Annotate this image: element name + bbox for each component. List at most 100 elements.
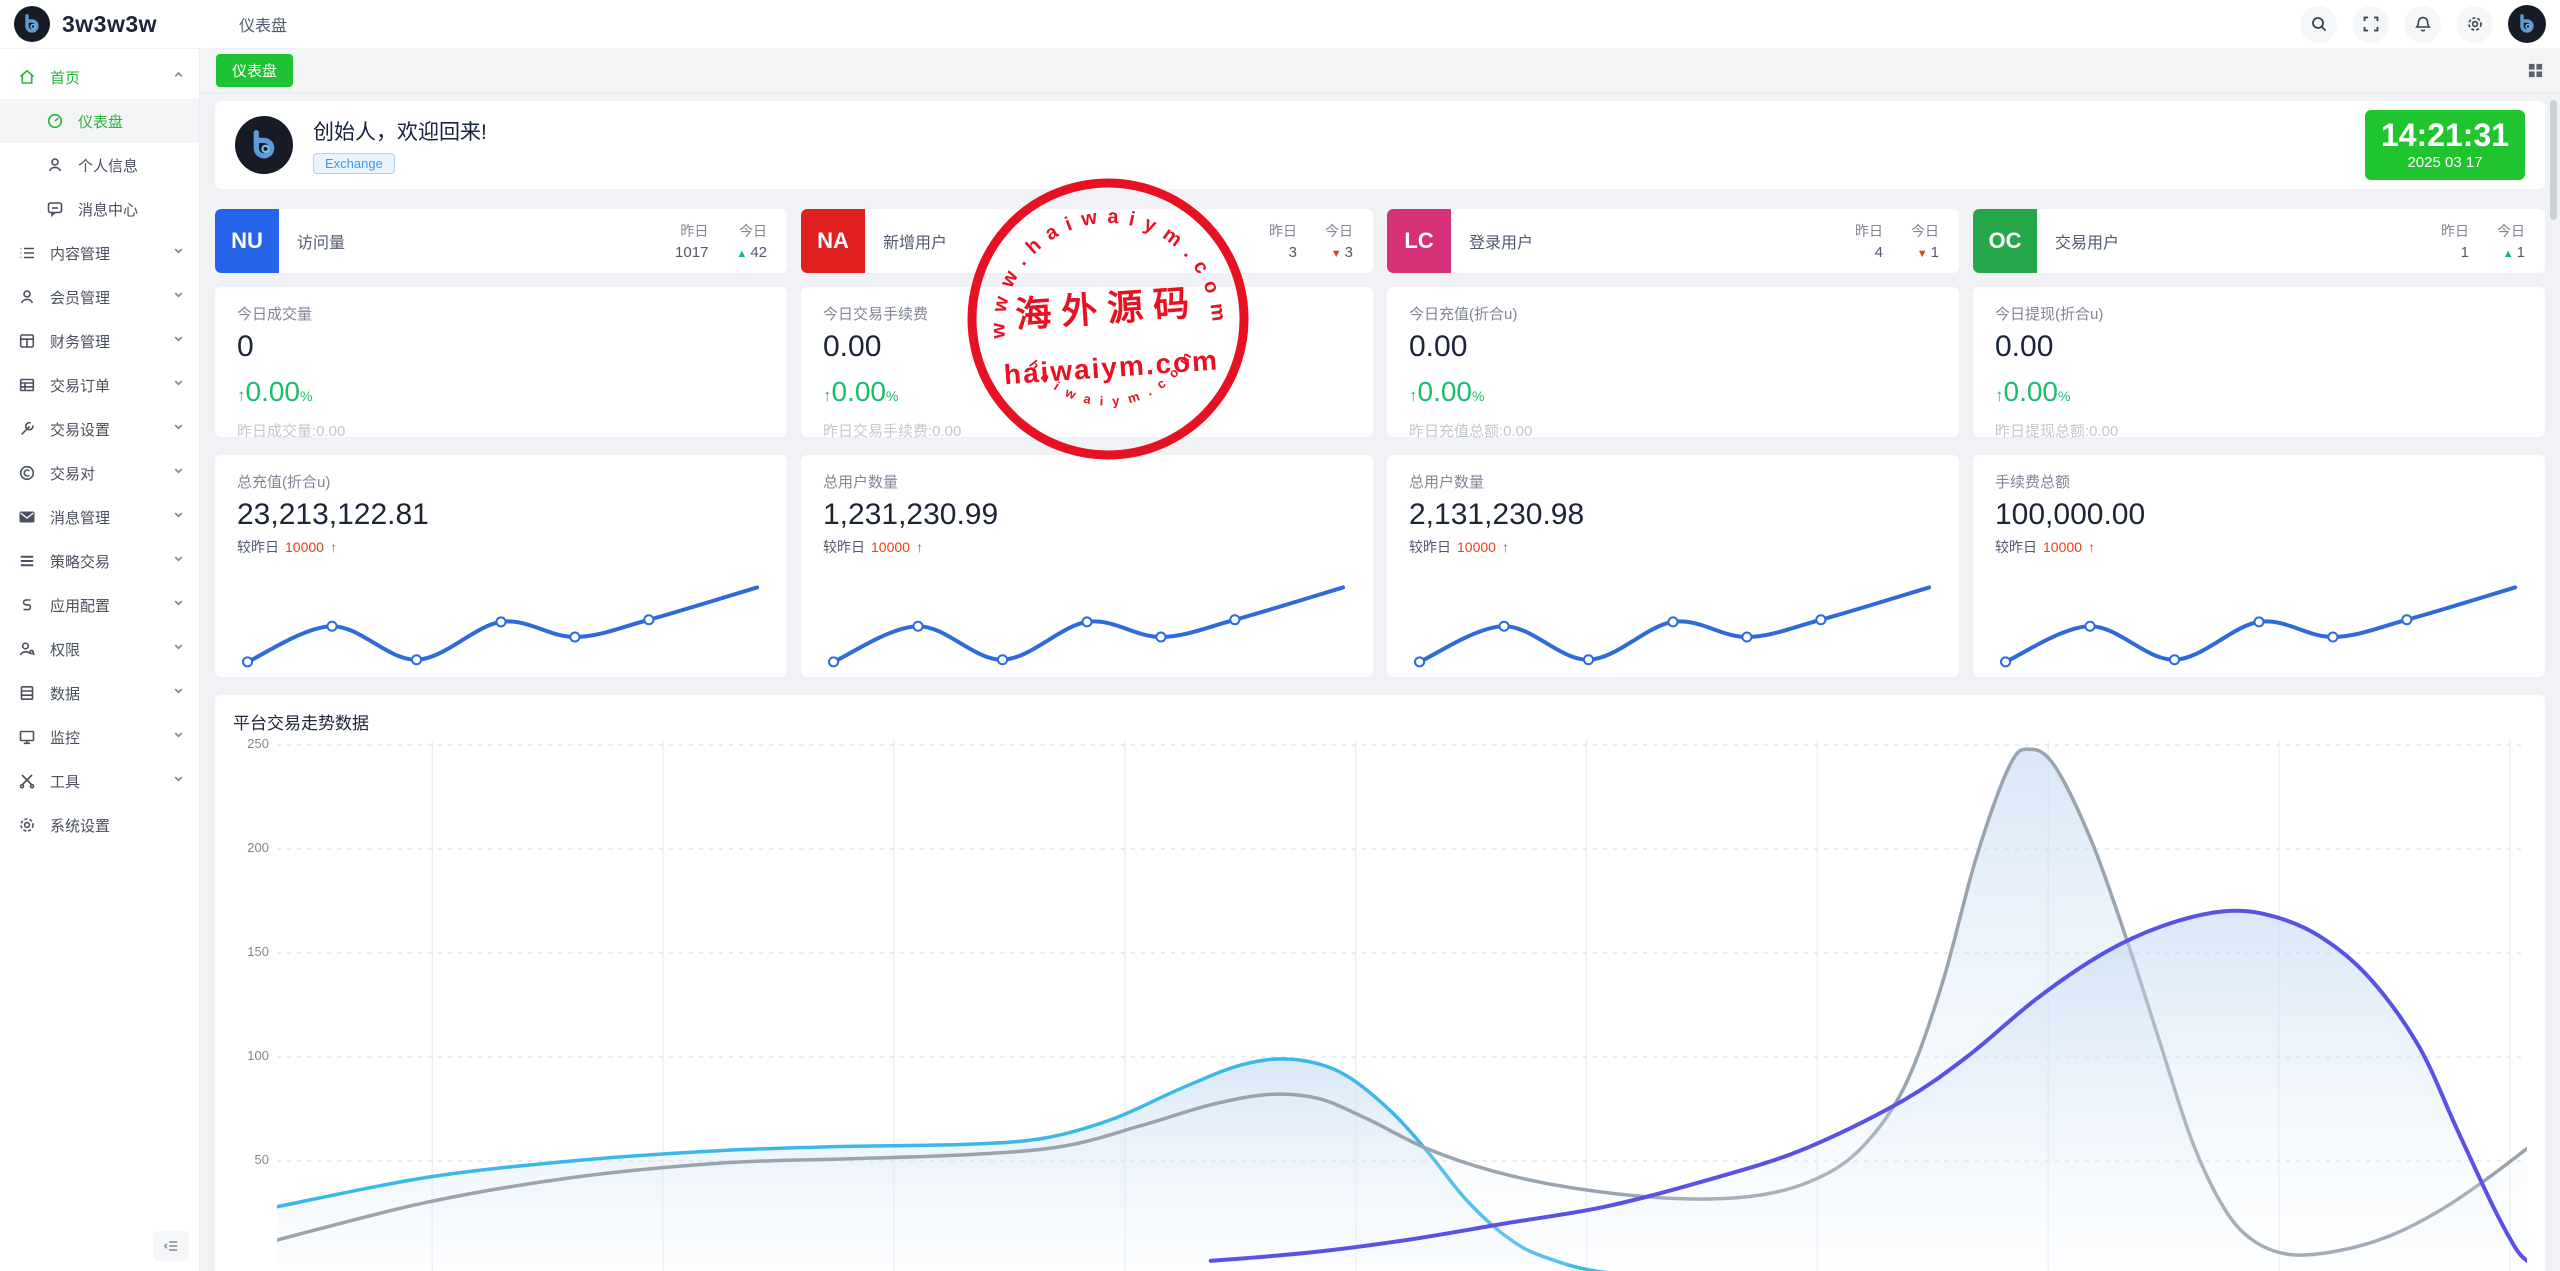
trend-chart-title: 平台交易走势数据 bbox=[233, 709, 2527, 734]
chevron-down-icon bbox=[172, 552, 185, 570]
stat-chip-code: NU bbox=[215, 209, 279, 273]
up-arrow-icon: ↑ bbox=[2088, 539, 2095, 555]
trend-chart: 250 200 150 100 50 bbox=[233, 740, 2527, 1271]
sidebar-item-label: 内容管理 bbox=[50, 243, 172, 264]
menu-fold-icon bbox=[163, 1238, 179, 1254]
today-value: 42 bbox=[750, 244, 767, 261]
trend-up-icon: ▲ bbox=[2503, 248, 2514, 260]
card-value: 0.00 bbox=[1995, 330, 2523, 364]
exchange-badge[interactable]: Exchange bbox=[313, 153, 395, 174]
gauge-icon bbox=[46, 112, 64, 130]
card-footer: 昨日成交量:0.00 bbox=[237, 420, 765, 441]
sparkline-chart bbox=[237, 569, 765, 677]
sidebar-item-content-mgmt[interactable]: 内容管理 bbox=[0, 231, 199, 275]
scrollbar-thumb[interactable] bbox=[2550, 100, 2557, 220]
card-title: 手续费总额 bbox=[1995, 471, 2523, 492]
user-avatar[interactable] bbox=[2508, 5, 2546, 43]
stat-chip-visits: NU 访问量 昨日1017 今日▲42 bbox=[215, 209, 787, 273]
search-button[interactable] bbox=[2300, 6, 2337, 43]
sidebar-item-app-config[interactable]: 应用配置 bbox=[0, 583, 199, 627]
sparkline-chart bbox=[823, 569, 1351, 677]
home-icon bbox=[18, 68, 36, 86]
today-label: 今日 bbox=[1325, 221, 1353, 241]
sidebar-item-member-mgmt[interactable]: 会员管理 bbox=[0, 275, 199, 319]
notifications-button[interactable] bbox=[2404, 6, 2441, 43]
sidebar-item-message-mgmt[interactable]: 消息管理 bbox=[0, 495, 199, 539]
y-axis-tick: 50 bbox=[233, 1153, 269, 1166]
welcome-title: 创始人，欢迎回来! bbox=[313, 116, 487, 146]
card-footer: 昨日提现总额:0.00 bbox=[1995, 420, 2523, 441]
clock-widget: 14:21:31 2025 03 17 bbox=[2365, 110, 2525, 180]
chevron-down-icon bbox=[172, 288, 185, 306]
link-s-icon bbox=[18, 596, 36, 614]
y-axis-tick: 250 bbox=[233, 737, 269, 750]
sidebar-item-label: 权限 bbox=[50, 639, 172, 660]
sidebar-item-permissions[interactable]: 权限 bbox=[0, 627, 199, 671]
chevron-down-icon bbox=[172, 772, 185, 790]
sidebar-item-monitoring[interactable]: 监控 bbox=[0, 715, 199, 759]
sidebar-item-profile[interactable]: 个人信息 bbox=[0, 143, 199, 187]
yesterday-label: 昨日 bbox=[675, 221, 708, 241]
total-cards-row: 总充值(折合u) 23,213,122.81 较昨日10000↑ 总用户数量 1… bbox=[215, 455, 2545, 677]
sidebar-item-tools[interactable]: 工具 bbox=[0, 759, 199, 803]
sidebar-item-system-settings[interactable]: 系统设置 bbox=[0, 803, 199, 847]
sidebar-item-dashboard[interactable]: 仪表盘 bbox=[0, 99, 199, 143]
yesterday-label: 昨日 bbox=[1269, 221, 1297, 241]
database-icon bbox=[18, 684, 36, 702]
sidebar-item-message-center[interactable]: 消息中心 bbox=[0, 187, 199, 231]
card-footer: 昨日交易手续费:0.00 bbox=[823, 420, 1351, 441]
fullscreen-button[interactable] bbox=[2352, 6, 2389, 43]
today-label: 今日 bbox=[1911, 221, 1939, 241]
sidebar-item-label: 消息管理 bbox=[50, 507, 172, 528]
card-title: 今日充值(折合u) bbox=[1409, 303, 1937, 324]
today-value: 1 bbox=[2517, 244, 2525, 261]
compare-value: 10000 bbox=[871, 539, 910, 555]
sidebar-item-home[interactable]: 首页 bbox=[0, 55, 199, 99]
total-deposit-card: 总充值(折合u) 23,213,122.81 较昨日10000↑ bbox=[215, 455, 787, 677]
total-fee-card: 手续费总额 100,000.00 较昨日10000↑ bbox=[1973, 455, 2545, 677]
settings-button[interactable] bbox=[2456, 6, 2493, 43]
y-axis-tick: 100 bbox=[233, 1049, 269, 1062]
sidebar-item-trade-settings[interactable]: 交易设置 bbox=[0, 407, 199, 451]
card-title: 今日交易手续费 bbox=[823, 303, 1351, 324]
chevron-down-icon bbox=[172, 728, 185, 746]
card-title: 总用户数量 bbox=[823, 471, 1351, 492]
yesterday-value: 1 bbox=[2441, 244, 2469, 261]
sidebar-item-trading-pairs[interactable]: 交易对 bbox=[0, 451, 199, 495]
sidebar-item-label: 仪表盘 bbox=[78, 111, 185, 132]
chevron-down-icon bbox=[172, 376, 185, 394]
sidebar-item-data[interactable]: 数据 bbox=[0, 671, 199, 715]
search-icon bbox=[2310, 15, 2328, 33]
sidebar-item-label: 消息中心 bbox=[78, 199, 185, 220]
trend-down-icon: ▼ bbox=[1917, 248, 1928, 260]
sidebar-item-strategy-trading[interactable]: 策略交易 bbox=[0, 539, 199, 583]
tab-layout-grid-icon[interactable] bbox=[2527, 62, 2544, 79]
today-label: 今日 bbox=[736, 221, 767, 241]
percent-suffix: % bbox=[1472, 388, 1484, 404]
copyright-icon bbox=[18, 464, 36, 482]
sidebar-item-finance-mgmt[interactable]: 财务管理 bbox=[0, 319, 199, 363]
card-title: 总用户数量 bbox=[1409, 471, 1937, 492]
stat-chip-label: 交易用户 bbox=[2055, 229, 2441, 253]
y-axis-tick: 150 bbox=[233, 945, 269, 958]
percent-value: 0.00 bbox=[246, 376, 301, 408]
user-key-icon bbox=[18, 640, 36, 658]
card-value: 0.00 bbox=[823, 330, 1351, 364]
sidebar-collapse-button[interactable] bbox=[153, 1231, 189, 1261]
sidebar-item-label: 财务管理 bbox=[50, 331, 172, 352]
stat-chip-label: 登录用户 bbox=[1469, 229, 1855, 253]
compare-label: 较昨日 bbox=[1995, 539, 2037, 555]
avatar-logo-icon bbox=[2516, 13, 2538, 35]
card-value: 1,231,230.99 bbox=[823, 498, 1351, 532]
chevron-up-icon bbox=[172, 68, 185, 86]
stat-chip-code: OC bbox=[1973, 209, 2037, 273]
sidebar-item-label: 交易对 bbox=[50, 463, 172, 484]
tab-dashboard[interactable]: 仪表盘 bbox=[216, 54, 293, 87]
sidebar-item-label: 工具 bbox=[50, 771, 172, 792]
up-arrow-icon: ↑ bbox=[1502, 539, 1509, 555]
lines-icon bbox=[18, 552, 36, 570]
sidebar-item-trade-orders[interactable]: 交易订单 bbox=[0, 363, 199, 407]
percent-value: 0.00 bbox=[832, 376, 887, 408]
topnav-item-dashboard[interactable]: 仪表盘 bbox=[229, 0, 297, 48]
today-fee-card: 今日交易手续费 0.00 ↑0.00% 昨日交易手续费:0.00 bbox=[801, 287, 1373, 437]
